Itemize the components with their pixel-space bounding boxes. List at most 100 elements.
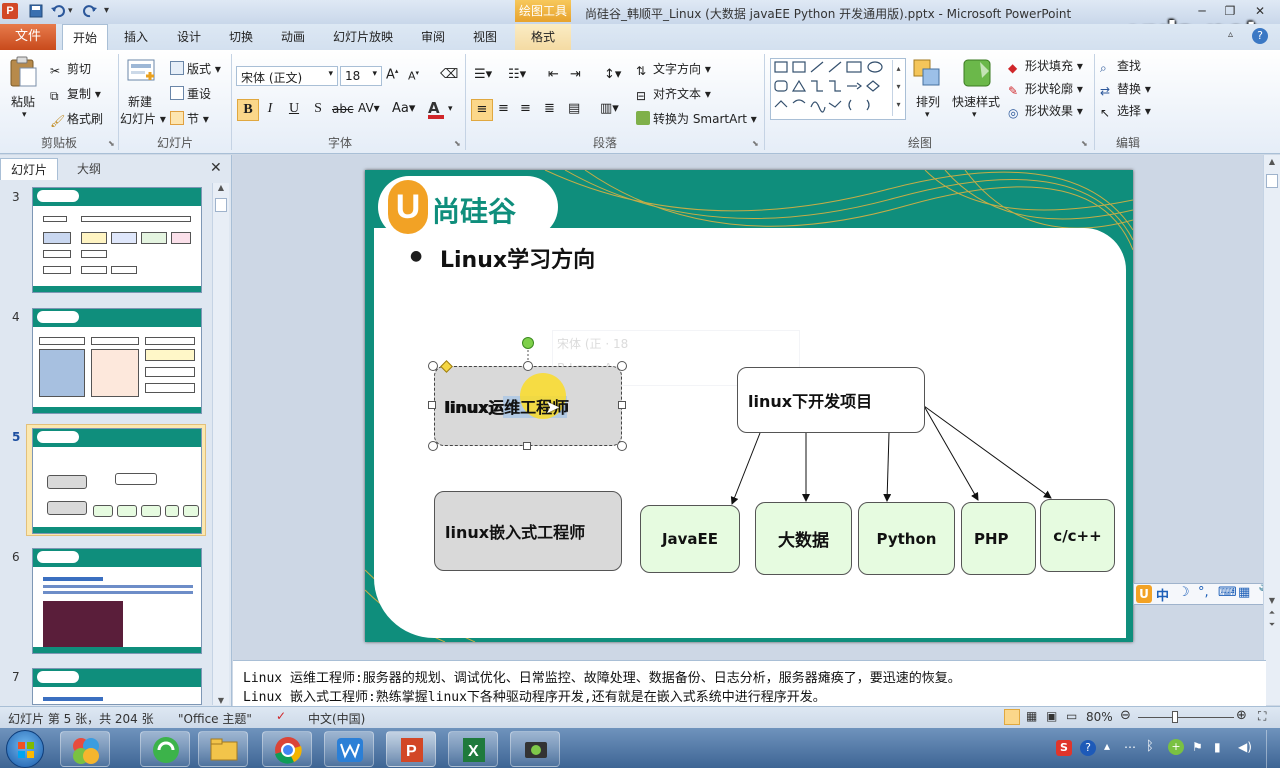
- node-bigdata[interactable]: 大数据: [755, 502, 852, 575]
- ime-mode-label[interactable]: 中: [1156, 585, 1169, 604]
- tray-expand-icon[interactable]: ▴: [1104, 739, 1110, 753]
- tab-home[interactable]: 开始: [62, 24, 108, 51]
- slide-thumbnail-4[interactable]: [32, 308, 202, 414]
- collapse-ribbon-icon[interactable]: ▵: [1228, 29, 1242, 43]
- line-spacing-icon[interactable]: ↕▾: [604, 67, 621, 82]
- paragraph-launcher-icon[interactable]: ⬊: [752, 139, 759, 148]
- increase-indent-icon[interactable]: ⇥: [570, 67, 581, 82]
- distributed-icon[interactable]: ▤: [568, 101, 580, 116]
- font-color-dropdown-icon[interactable]: ▾: [448, 104, 453, 114]
- shapes-gallery[interactable]: [770, 58, 906, 120]
- tab-outline-pane[interactable]: 大纲: [60, 158, 118, 180]
- layout-button[interactable]: 版式 ▾: [170, 60, 221, 77]
- tray-s-icon[interactable]: S: [1056, 740, 1072, 756]
- columns-icon[interactable]: ▥▾: [600, 101, 619, 116]
- drawing-launcher-icon[interactable]: ⬊: [1081, 139, 1088, 148]
- fit-to-window-icon[interactable]: ⛶: [1258, 709, 1266, 724]
- bullets-icon[interactable]: ☰▾: [474, 67, 492, 82]
- resize-handle[interactable]: [617, 441, 627, 451]
- undo-icon[interactable]: [50, 3, 66, 19]
- align-left-icon[interactable]: ≡: [471, 99, 493, 121]
- tab-transitions[interactable]: 切换: [220, 24, 262, 50]
- select-button[interactable]: ↖ 选择 ▾: [1100, 102, 1151, 120]
- resize-handle[interactable]: [428, 441, 438, 451]
- editor-scrollbar[interactable]: ▲ ▼ ⏶ ⏷: [1263, 155, 1280, 705]
- slide-sorter-icon[interactable]: ▦: [1026, 709, 1037, 723]
- tab-slideshow[interactable]: 幻灯片放映: [322, 24, 404, 50]
- tray-update-icon[interactable]: +: [1168, 739, 1184, 755]
- slide-thumbnail-5[interactable]: [32, 428, 202, 534]
- tab-file[interactable]: 文件: [0, 24, 56, 50]
- resize-handle[interactable]: [428, 401, 436, 409]
- clipboard-launcher-icon[interactable]: ⬊: [108, 139, 115, 148]
- replace-button[interactable]: ⇄ 替换 ▾: [1100, 80, 1151, 98]
- tab-slides-pane[interactable]: 幻灯片: [0, 158, 58, 180]
- shrink-font-icon[interactable]: A▾: [408, 69, 419, 83]
- arrange-button[interactable]: [912, 58, 942, 88]
- ime-moon-icon[interactable]: ☽: [1178, 585, 1190, 600]
- section-button[interactable]: 节 ▾: [170, 110, 209, 127]
- resize-handle[interactable]: [523, 442, 531, 450]
- shape-fill-button[interactable]: ◆ 形状填充 ▾: [1008, 57, 1083, 75]
- notes-pane[interactable]: Linux 运维工程师:服务器的规划、调试优化、日常监控、故障处理、数据备份、日…: [233, 660, 1266, 706]
- save-icon[interactable]: [28, 3, 44, 19]
- zoom-slider-track[interactable]: [1138, 717, 1234, 718]
- new-slide-dropdown[interactable]: 幻灯片 ▾: [120, 110, 166, 127]
- resize-handle[interactable]: [617, 361, 627, 371]
- align-right-icon[interactable]: ≡: [520, 101, 531, 116]
- arrange-dropdown-icon[interactable]: ▾: [925, 110, 930, 120]
- rotation-handle[interactable]: [522, 337, 534, 349]
- ime-toolbar[interactable]: U 中 ☽ °, ⌨ ▦ 🔧: [1133, 583, 1277, 605]
- tab-format[interactable]: 格式: [515, 24, 571, 50]
- slideshow-view-icon[interactable]: ▭: [1066, 709, 1077, 723]
- taskbar-excel[interactable]: X: [448, 731, 498, 767]
- close-pane-icon[interactable]: ✕: [210, 160, 222, 176]
- decrease-indent-icon[interactable]: ⇤: [548, 67, 559, 82]
- copy-button[interactable]: ⧉ 复制 ▾: [50, 85, 101, 103]
- grow-font-icon[interactable]: A▴: [386, 67, 398, 82]
- node-python[interactable]: Python: [858, 502, 955, 575]
- language-status[interactable]: 中文(中国): [308, 710, 365, 727]
- tab-view[interactable]: 视图: [464, 24, 506, 50]
- format-painter-button[interactable]: 🖌 格式刷: [50, 110, 103, 128]
- theme-status[interactable]: "Office 主题": [178, 710, 252, 727]
- resize-handle[interactable]: [618, 401, 626, 409]
- node-php[interactable]: PHP: [961, 502, 1036, 575]
- node-linux-dev-projects[interactable]: linux下开发项目: [737, 367, 925, 433]
- shape-outline-button[interactable]: ✎ 形状轮廓 ▾: [1008, 80, 1083, 98]
- resize-handle[interactable]: [428, 361, 438, 371]
- node-cpp[interactable]: c/c++: [1040, 499, 1115, 572]
- taskbar-explorer[interactable]: [198, 731, 248, 767]
- italic-icon[interactable]: I: [262, 101, 278, 117]
- slide-thumbnail-7[interactable]: [32, 668, 202, 705]
- numbering-icon[interactable]: ☷▾: [508, 67, 526, 82]
- paste-dropdown-icon[interactable]: ▾: [22, 110, 27, 120]
- taskbar-powerpoint[interactable]: P: [386, 731, 436, 767]
- font-size-combo[interactable]: 18 ▾: [340, 66, 382, 86]
- tab-review[interactable]: 审阅: [412, 24, 454, 50]
- taskbar-app-2[interactable]: [140, 731, 190, 767]
- thumbnail-scrollbar[interactable]: ▲ ▼: [212, 183, 229, 705]
- quick-styles-button[interactable]: [962, 58, 992, 88]
- help-icon[interactable]: ?: [1252, 28, 1268, 44]
- taskbar-recorder[interactable]: [510, 731, 560, 767]
- change-case-icon[interactable]: Aa▾: [392, 101, 415, 116]
- bold-icon[interactable]: B: [237, 99, 259, 121]
- shapes-gallery-scroll[interactable]: ▴ ▾ ▾: [892, 60, 904, 116]
- tray-volume-icon[interactable]: ◀): [1238, 740, 1252, 754]
- justify-icon[interactable]: ≣: [544, 101, 555, 116]
- convert-smartart-button[interactable]: 转换为 SmartArt ▾: [636, 110, 757, 127]
- normal-view-icon[interactable]: [1004, 709, 1020, 725]
- ime-skin-icon[interactable]: ▦: [1238, 585, 1250, 600]
- text-direction-button[interactable]: ⇅ 文字方向 ▾: [636, 60, 711, 78]
- shadow-icon[interactable]: S: [310, 101, 326, 117]
- customize-quick-access-icon[interactable]: ▾: [104, 5, 116, 21]
- powerpoint-app-icon[interactable]: P: [2, 3, 18, 19]
- tray-network-icon[interactable]: ⋯: [1124, 740, 1136, 754]
- taskbar-wps[interactable]: [324, 731, 374, 767]
- ime-punctuation-icon[interactable]: °,: [1198, 585, 1209, 600]
- slide-thumbnail-3[interactable]: [32, 187, 202, 293]
- tab-animations[interactable]: 动画: [272, 24, 314, 50]
- zoom-level[interactable]: 80%: [1086, 710, 1113, 724]
- zoom-in-icon[interactable]: ⊕: [1236, 708, 1247, 723]
